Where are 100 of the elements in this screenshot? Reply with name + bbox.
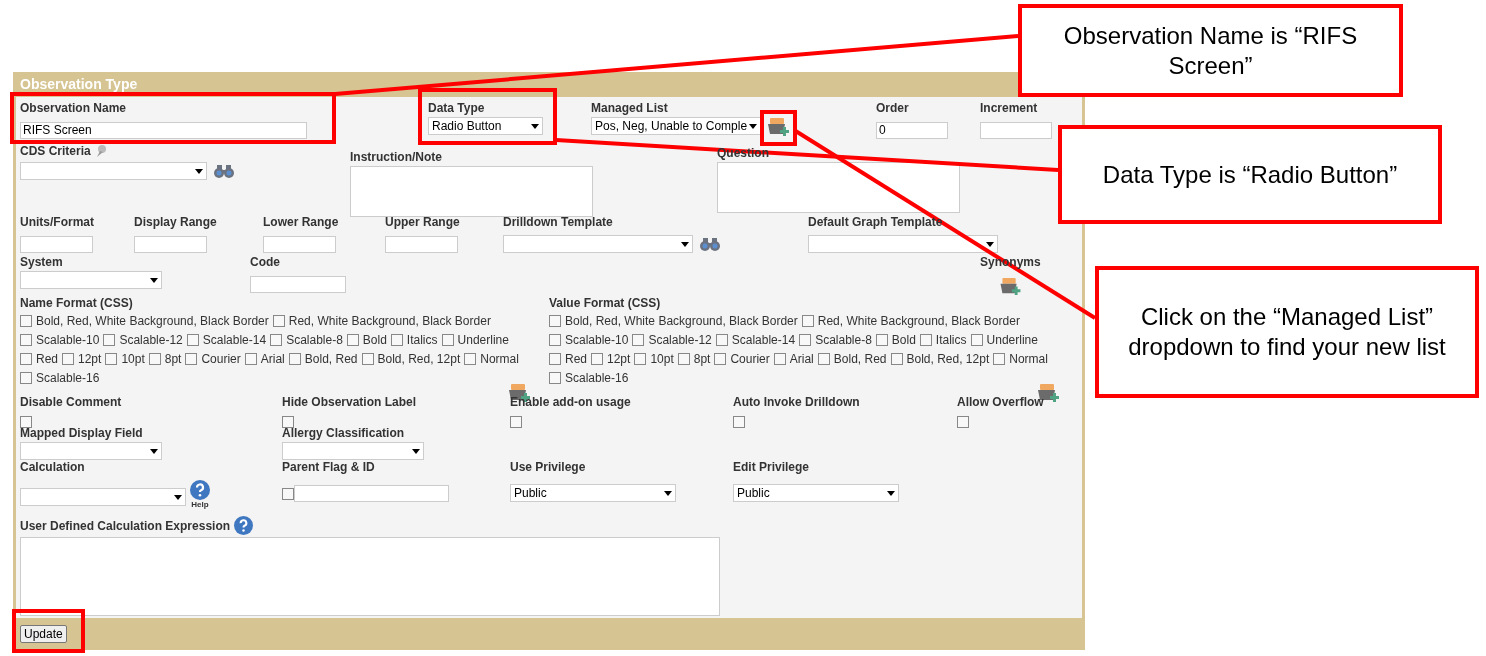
dropdown[interactable]: Pos, Neg, Unable to Comple xyxy=(591,117,761,135)
field-label: Observation Name xyxy=(20,101,127,115)
checkbox[interactable] xyxy=(270,334,283,346)
checkbox[interactable] xyxy=(890,353,903,365)
text-field[interactable] xyxy=(263,235,336,253)
field-label: Use Privilege xyxy=(510,460,586,474)
checkbox[interactable] xyxy=(186,334,199,346)
option-label: 8pt xyxy=(693,351,711,368)
option-label: Bold, Red, 12pt xyxy=(906,351,990,368)
option-label: Scalable-16 xyxy=(36,370,100,387)
checkbox[interactable] xyxy=(441,334,454,346)
text-field[interactable] xyxy=(294,485,449,502)
checkbox[interactable] xyxy=(549,353,561,365)
checkbox[interactable] xyxy=(361,353,374,365)
option-label: Bold, Red, White Background, Black Border xyxy=(36,313,269,330)
checkbox[interactable] xyxy=(20,315,32,327)
checkbox[interactable] xyxy=(549,372,561,384)
text-field[interactable] xyxy=(20,235,93,253)
dropdown[interactable]: Radio Button xyxy=(428,117,543,135)
text-field[interactable] xyxy=(250,275,346,293)
checkbox[interactable] xyxy=(148,353,161,365)
option-label: Red xyxy=(36,351,58,368)
panel-title: Observation Type xyxy=(20,75,138,94)
checkbox[interactable] xyxy=(677,353,690,365)
field-label: Code xyxy=(250,255,280,269)
checkbox[interactable] xyxy=(62,353,74,365)
checkbox[interactable] xyxy=(733,416,745,428)
checkbox[interactable] xyxy=(20,353,32,365)
checkbox[interactable] xyxy=(817,353,830,365)
option-label: Scalable-8 xyxy=(286,332,343,349)
option-label: Underline xyxy=(986,332,1038,349)
update-button[interactable]: Update xyxy=(20,625,67,643)
text-field[interactable]: RIFS Screen xyxy=(20,121,307,139)
option-label: Italics xyxy=(406,332,438,349)
checkbox[interactable] xyxy=(464,353,477,365)
checkbox[interactable] xyxy=(773,353,786,365)
checkbox[interactable] xyxy=(549,334,561,346)
field-label: Allergy Classification xyxy=(282,426,405,440)
dropdown[interactable] xyxy=(808,235,998,253)
highlight-frame xyxy=(760,110,797,146)
checkbox[interactable] xyxy=(875,334,888,346)
checkbox[interactable] xyxy=(185,353,198,365)
checkbox[interactable] xyxy=(632,334,645,346)
field-label: Allow Overflow xyxy=(957,395,1044,409)
help-label: Help xyxy=(191,500,209,510)
checkbox[interactable] xyxy=(346,334,359,346)
checkbox[interactable] xyxy=(549,315,561,327)
checkbox[interactable] xyxy=(272,315,285,327)
checkbox[interactable] xyxy=(103,334,116,346)
option-label: Scalable-16 xyxy=(565,370,629,387)
text-field[interactable] xyxy=(385,235,458,253)
checkbox[interactable] xyxy=(105,353,118,365)
checkbox[interactable] xyxy=(801,315,814,327)
text-field[interactable] xyxy=(134,235,207,253)
field-label: Data Type xyxy=(428,101,485,115)
option-label: 12pt xyxy=(607,351,631,368)
binoculars-icon[interactable] xyxy=(213,164,235,178)
checkbox[interactable] xyxy=(714,353,727,365)
checkbox[interactable] xyxy=(799,334,812,346)
option-label: Scalable-14 xyxy=(202,332,267,349)
caret-icon xyxy=(749,123,757,129)
text-area[interactable] xyxy=(717,162,960,213)
dropdown[interactable]: Public xyxy=(510,484,676,502)
field-label: Managed List xyxy=(591,101,668,115)
option-label: Courier xyxy=(201,351,241,368)
checkbox[interactable] xyxy=(919,334,932,346)
checkbox[interactable] xyxy=(390,334,403,346)
binoculars-icon[interactable] xyxy=(699,237,721,251)
checkbox[interactable] xyxy=(288,353,301,365)
help-icon[interactable] xyxy=(234,516,254,535)
caret-icon xyxy=(195,168,203,174)
text-field[interactable] xyxy=(980,121,1052,139)
field-label: Instruction/Note xyxy=(350,150,442,164)
checkbox[interactable] xyxy=(244,353,257,365)
checkbox[interactable] xyxy=(591,353,603,365)
option-label: Underline xyxy=(457,332,509,349)
checkbox[interactable] xyxy=(20,372,32,384)
help-icon[interactable] xyxy=(190,480,210,500)
option-label: Bold, Red, White Background, Black Border xyxy=(565,313,798,330)
option-label: Bold, Red, 12pt xyxy=(377,351,461,368)
checkbox[interactable] xyxy=(715,334,728,346)
field-label: Increment xyxy=(980,101,1038,115)
dropdown[interactable]: Public xyxy=(733,484,899,502)
field-label: Default Graph Template xyxy=(808,215,943,229)
checkbox[interactable] xyxy=(634,353,647,365)
checkbox[interactable] xyxy=(993,353,1006,365)
checkbox[interactable] xyxy=(282,416,294,428)
option-label: Arial xyxy=(789,351,814,368)
field-label: Name Format (CSS) xyxy=(20,296,133,310)
checkbox[interactable] xyxy=(970,334,983,346)
checkbox[interactable] xyxy=(282,487,294,500)
option-label: 10pt xyxy=(650,351,674,368)
field-label: Display Range xyxy=(134,215,217,229)
checkbox[interactable] xyxy=(957,416,969,428)
checkbox[interactable] xyxy=(20,334,32,346)
field-label: Parent Flag & ID xyxy=(282,460,375,474)
option-label: Scalable-14 xyxy=(731,332,796,349)
text-field[interactable]: 0 xyxy=(876,121,948,139)
checkbox[interactable] xyxy=(20,416,32,428)
checkbox[interactable] xyxy=(510,416,522,428)
